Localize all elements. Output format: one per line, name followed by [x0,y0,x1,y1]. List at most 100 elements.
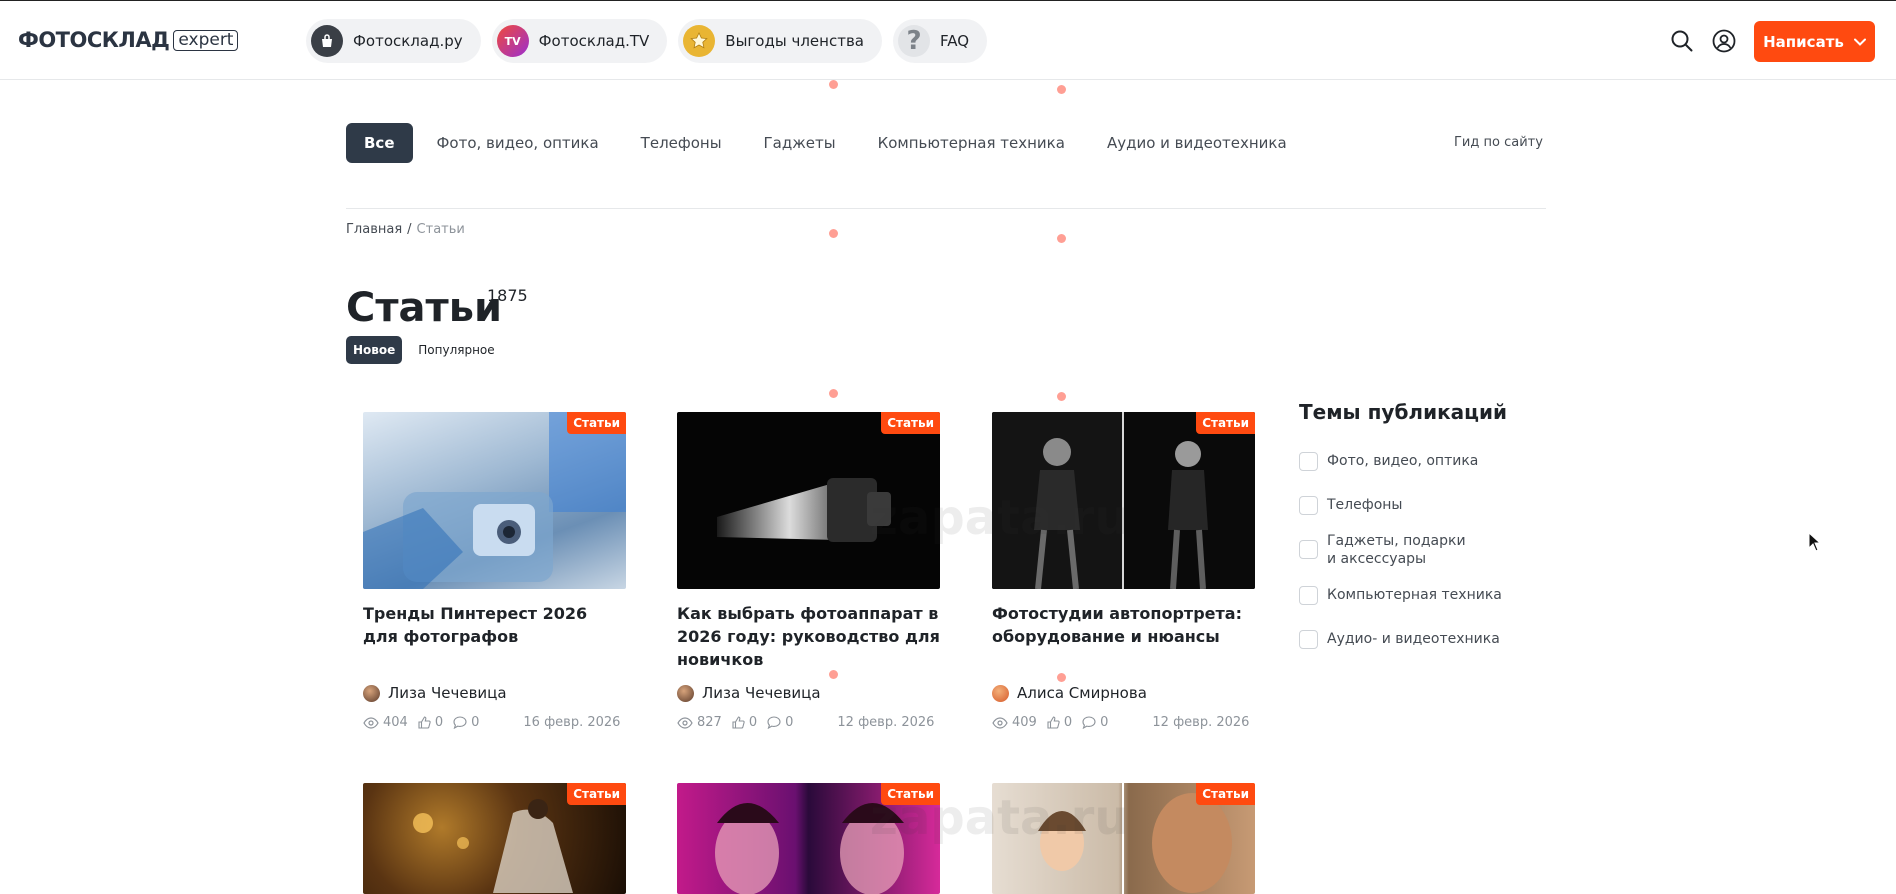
logo-main-text: ФОТОСКЛАД [18,28,170,52]
views-count: 409 [1012,715,1037,730]
article-title[interactable]: Как выбрать фотоаппарат в 2026 году: рук… [677,602,940,671]
likes-stat[interactable]: 0 [418,715,443,730]
tab-phones[interactable]: Телефоны [641,134,722,152]
camera-lens-image [717,478,891,542]
chevron-down-icon [1853,38,1866,46]
service-links: Фотосклад.ру TV Фотосклад.TV Выгоды член… [306,19,988,63]
avatar [363,684,380,702]
comments-stat[interactable]: 0 [1082,715,1108,730]
checkbox[interactable] [1299,630,1318,649]
article-card[interactable]: Статьи Как выбрать фотоаппарат в 2026 го… [677,412,940,730]
views-stat: 827 [677,715,722,730]
likes-stat[interactable]: 0 [1047,715,1072,730]
eye-icon [992,716,1008,729]
article-count: 1875 [487,286,528,305]
sort-toggle: Новое Популярное [346,336,495,364]
topic-photo-video-optics[interactable]: Фото, видео, оптика [1299,452,1519,471]
topic-phones[interactable]: Телефоны [1299,496,1519,515]
article-thumbnail[interactable]: Статьи [363,783,626,894]
watermark-dot [1057,673,1066,682]
star-badge-icon [683,25,716,57]
tab-all[interactable]: Все [346,123,413,163]
article-author[interactable]: Лиза Чечевица [677,684,940,702]
watermark-dot [1057,85,1066,94]
checkbox[interactable] [1299,496,1318,515]
article-stats: 404 0 0 16 февр. 2026 [363,715,626,730]
category-tabs: Все Фото, видео, оптика Телефоны Гаджеты… [346,123,1329,163]
category-badge: Статьи [1196,412,1255,434]
sort-popular-button[interactable]: Популярное [418,343,494,357]
tab-gadgets[interactable]: Гаджеты [764,134,836,152]
watermark-dot [829,229,838,238]
article-title[interactable]: Фотостудии автопортрета: оборудование и … [992,602,1255,671]
checkbox[interactable] [1299,586,1318,605]
site-guide-link[interactable]: Гид по сайту [1454,135,1543,150]
article-author[interactable]: Лиза Чечевица [363,684,626,702]
tab-audio-video[interactable]: Аудио и видеотехника [1107,134,1287,152]
avatar [992,684,1009,702]
pill-faq[interactable]: ? FAQ [892,19,988,63]
topic-label: Компьютерная техника [1327,587,1502,603]
article-thumbnail[interactable]: Статьи [677,412,940,589]
mouse-cursor-icon [1808,532,1820,552]
topic-gadgets[interactable]: Гаджеты, подарки и аксессуары [1299,532,1479,568]
article-card[interactable]: Статьи Тренды Пинтерест 2026 для фотогра… [363,412,626,730]
pill-label: Фотосклад.TV [538,32,650,50]
article-card[interactable]: Статьи [363,783,626,894]
article-date: 12 февр. 2026 [837,715,935,730]
watermark-dot [1057,392,1066,401]
thumbs-up-icon [418,716,431,729]
page-title: Статьи [346,285,503,331]
sort-new-button[interactable]: Новое [346,336,403,364]
topic-label: Телефоны [1327,497,1403,513]
pill-label: Фотосклад.ру [353,32,463,50]
pill-fotosklad-ru[interactable]: Фотосклад.ру [306,19,481,63]
article-thumbnail[interactable]: Статьи [363,412,626,589]
breadcrumb-separator: / [407,222,412,237]
article-title[interactable]: Тренды Пинтерест 2026 для фотографов [363,602,626,671]
topic-computers[interactable]: Компьютерная техника [1299,586,1519,605]
question-icon: ? [897,25,930,57]
article-thumbnail[interactable]: Статьи [992,783,1255,894]
tab-photo-video-optics[interactable]: Фото, видео, оптика [437,134,599,152]
user-icon[interactable] [1712,29,1736,53]
pill-membership[interactable]: Выгоды членства [678,19,882,63]
comments-stat[interactable]: 0 [453,715,479,730]
article-card[interactable]: Статьи Фотостудии автопортрета: оборудов… [992,412,1255,730]
comments-count: 0 [1100,715,1109,730]
pill-label: FAQ [939,32,970,50]
topic-label: Аудио- и видеотехника [1327,631,1500,647]
views-stat: 409 [992,715,1037,730]
category-badge: Статьи [881,783,940,805]
comments-stat[interactable]: 0 [767,715,793,730]
likes-count: 0 [434,715,444,730]
category-badge: Статьи [567,783,626,805]
thumbs-up-icon [732,716,745,729]
self-portrait-studio-image [992,412,1255,589]
tab-computers[interactable]: Компьютерная техника [878,134,1065,152]
article-author[interactable]: Алиса Смирнова [992,684,1255,702]
site-logo[interactable]: ФОТОСКЛАД expert [18,28,239,52]
thumbs-up-icon [1047,716,1060,729]
checkbox[interactable] [1299,452,1318,471]
article-thumbnail[interactable]: Статьи [677,783,940,894]
breadcrumb: Главная / Статьи [346,222,465,237]
article-card[interactable]: Статьи [677,783,940,894]
likes-count: 0 [748,715,758,730]
eye-icon [363,716,379,729]
checkbox[interactable] [1299,540,1318,559]
article-stats: 409 0 0 12 февр. 2026 [992,715,1255,730]
article-thumbnail[interactable]: Статьи [992,412,1255,589]
topic-audio-video[interactable]: Аудио- и видеотехника [1299,630,1519,649]
write-button[interactable]: Написать [1754,21,1875,62]
likes-stat[interactable]: 0 [732,715,757,730]
shopping-bag-icon [311,25,343,57]
watermark-dot [1057,234,1066,243]
breadcrumb-current: Статьи [416,222,465,237]
top-line [0,0,1896,1]
search-icon[interactable] [1670,29,1694,53]
breadcrumb-home[interactable]: Главная [346,222,402,237]
pill-fotosklad-tv[interactable]: TV Фотосклад.TV [491,19,668,63]
article-card[interactable]: Статьи [992,783,1255,894]
comment-icon [1082,716,1096,729]
